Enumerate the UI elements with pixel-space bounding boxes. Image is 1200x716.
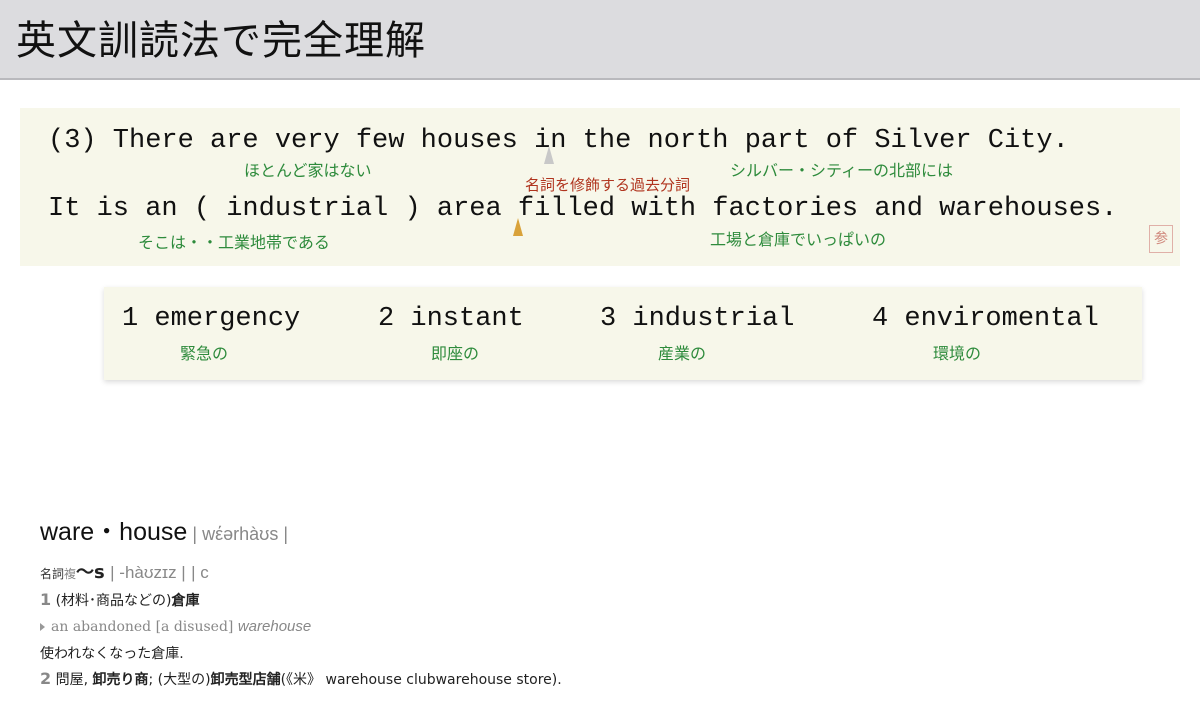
dict-headword: ware・house bbox=[40, 518, 188, 546]
sentence-line-2: It is an ( industrial ) area filled with… bbox=[48, 194, 1118, 224]
dict-plural-pron: | -hàʊzɪz | bbox=[110, 563, 186, 582]
seal-stamp-icon: 参 bbox=[1149, 225, 1173, 253]
dict-example-text: an abandoned [a disused] bbox=[51, 619, 234, 635]
bullet-triangle-icon bbox=[40, 623, 45, 631]
pin-marker-icon bbox=[544, 146, 554, 164]
gloss-north-part: シルバー・シティーの北部には bbox=[730, 161, 954, 180]
dict-sense-2-d: 卸売型店舗 bbox=[210, 672, 281, 688]
choice-1-label[interactable]: 1 emergency bbox=[122, 304, 300, 334]
sentence-line-1: (3) There are very few houses in the nor… bbox=[48, 126, 1069, 156]
gloss-industrial-area: そこは・・工業地帯である bbox=[138, 233, 330, 252]
dict-pronunciation: | wέərhàʊs | bbox=[192, 524, 289, 544]
dict-sense-1-text: (材料･商品などの) bbox=[55, 593, 172, 609]
gloss-filled-with: 工場と倉庫でいっぱいの bbox=[710, 230, 887, 249]
page-title: 英文訓読法で完全理解 bbox=[16, 18, 426, 64]
dict-example: an abandoned [a disused] warehouse bbox=[40, 618, 311, 635]
dict-sense-2-c: ; (大型の) bbox=[148, 672, 211, 688]
choice-4-meaning: 環境の bbox=[933, 344, 982, 363]
choice-2-meaning: 即座の bbox=[431, 344, 480, 363]
dict-sense-2-number: 2 bbox=[40, 669, 52, 688]
choice-2-label[interactable]: 2 instant bbox=[378, 304, 524, 334]
pin-marker-icon bbox=[513, 218, 523, 236]
dict-sense-2-a: 問屋, bbox=[55, 672, 89, 688]
choice-3-meaning: 産業の bbox=[658, 344, 707, 363]
dict-sense-1: 1 (材料･商品などの)倉庫 bbox=[40, 590, 200, 610]
dict-example-word: warehouse bbox=[237, 618, 312, 635]
dict-sense-2: 2 問屋, 卸売り商; (大型の)卸売型店舗(《米》 warehouse clu… bbox=[40, 669, 562, 689]
grammar-note: 名詞を修飾する過去分詞 bbox=[525, 176, 691, 194]
dict-plural-line: 名詞複〜s | -hàʊzɪz | | c bbox=[40, 558, 209, 584]
dict-sense-2-b: 卸売り商 bbox=[92, 672, 149, 688]
dict-sense-1-word: 倉庫 bbox=[171, 593, 200, 609]
dict-sense-1-number: 1 bbox=[40, 590, 52, 609]
dict-example-translation: 使われなくなった倉庫. bbox=[40, 646, 184, 662]
dict-sense-2-e: (《米》 warehouse clubwarehouse store). bbox=[280, 672, 562, 688]
dict-pos: 名詞 bbox=[40, 567, 65, 581]
choice-3-label[interactable]: 3 industrial bbox=[600, 304, 794, 334]
gloss-very-few-houses: ほとんど家はない bbox=[244, 161, 372, 180]
dict-countable: | c bbox=[191, 563, 209, 582]
choice-1-meaning: 緊急の bbox=[180, 344, 229, 363]
dict-plural-mark: 複 bbox=[64, 567, 77, 581]
choice-4-label[interactable]: 4 enviromental bbox=[872, 304, 1099, 334]
dict-plural-form: 〜s bbox=[76, 562, 105, 583]
dict-headword-line: ware・house | wέərhàʊs | bbox=[40, 512, 288, 548]
page-header: 英文訓読法で完全理解 bbox=[0, 0, 1200, 80]
